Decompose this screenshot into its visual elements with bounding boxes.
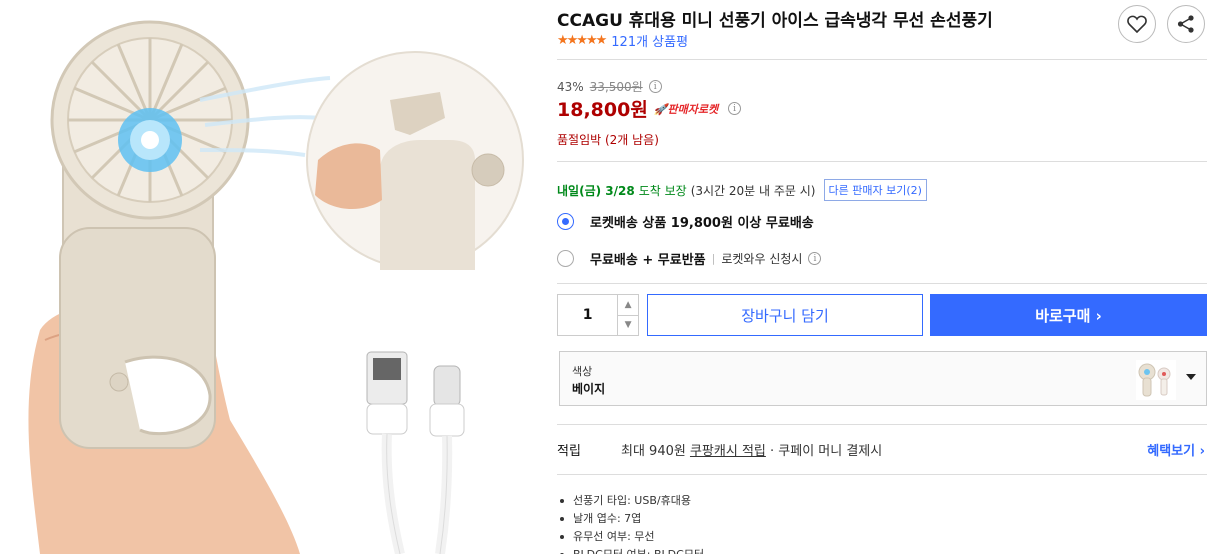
coupang-cash-link[interactable]: 쿠팡캐시 적립 <box>690 444 766 459</box>
discount-row: 43% 33,500원 i <box>557 78 662 95</box>
quantity-stepper[interactable]: 1 ▲ ▼ <box>557 294 639 336</box>
divider <box>557 474 1207 475</box>
divider <box>557 161 1207 162</box>
points-amount: 최대 940원 <box>621 444 690 459</box>
spec-list: 선풍기 타입: USB/휴대용 날개 엽수: 7엽 유무선 여부: 무선 BLD… <box>557 492 704 554</box>
separator: | <box>711 252 716 265</box>
shipping-option-label: 무료배송 + 무료반품 <box>590 253 706 268</box>
points-row: 적립 최대 940원 쿠팡캐시 적립 · 쿠페이 머니 결제시 혜택보기 › <box>557 440 1207 459</box>
product-page: CCAGU 휴대용 미니 선풍기 아이스 급속냉각 무선 손선풍기 ★★★★★ … <box>0 0 1219 554</box>
points-label: 적립 <box>557 444 581 459</box>
radio-unselected[interactable] <box>557 250 574 267</box>
stock-notice: 품절임박 (2개 남음) <box>557 133 659 147</box>
list-item: 유무선 여부: 무선 <box>557 528 704 546</box>
price-row: 18,800원 🚀판매자로켓 i <box>557 95 742 122</box>
quantity-value[interactable]: 1 <box>558 295 617 335</box>
option-thumbnail <box>1136 360 1176 400</box>
seller-rocket-badge: 🚀판매자로켓 <box>653 102 719 116</box>
quantity-decrease-button[interactable]: ▼ <box>618 316 638 336</box>
info-icon[interactable]: i <box>808 252 822 265</box>
benefit-view-link[interactable]: 혜택보기 › <box>1147 440 1205 459</box>
delivery-row: 내일(금) 3/28 도착 보장 (3시간 20분 내 주문 시) 다른 판매자… <box>557 179 927 201</box>
delivery-guarantee: 도착 보장 <box>638 183 687 198</box>
info-icon[interactable]: i <box>648 80 662 93</box>
option-select[interactable]: 색상 베이지 <box>559 351 1207 406</box>
product-info-panel: CCAGU 휴대용 미니 선풍기 아이스 급속냉각 무선 손선풍기 ★★★★★ … <box>557 0 1207 554</box>
list-item: 날개 엽수: 7엽 <box>557 510 704 528</box>
add-to-cart-button[interactable]: 장바구니 담기 <box>647 294 923 336</box>
divider <box>557 59 1207 60</box>
shipping-option-sub: 로켓와우 신청시 <box>721 252 803 266</box>
rating-row: ★★★★★ 121개 상품평 <box>557 31 688 50</box>
quantity-increase-button[interactable]: ▲ <box>618 295 638 316</box>
shipping-option-rocket[interactable]: 로켓배송 상품 19,800원 이상 무료배송 <box>557 212 814 231</box>
rating-stars: ★★★★★ <box>557 33 607 48</box>
delivery-note: (3시간 20분 내 주문 시) <box>690 183 816 198</box>
divider <box>557 283 1207 284</box>
other-sellers-button[interactable]: 다른 판매자 보기(2) <box>823 179 927 201</box>
points-condition: · 쿠페이 머니 결제시 <box>765 444 883 459</box>
shipping-option-label: 로켓배송 상품 19,800원 이상 무료배송 <box>590 216 814 231</box>
product-title: CCAGU 휴대용 미니 선풍기 아이스 급속냉각 무선 손선풍기 <box>557 11 993 31</box>
handheld-fan-photo <box>28 20 524 554</box>
delivery-date: 내일(금) 3/28 <box>557 183 635 198</box>
option-value: 베이지 <box>572 382 606 396</box>
discount-rate: 43% <box>557 79 584 94</box>
list-item: 선풍기 타입: USB/휴대용 <box>557 492 704 510</box>
heart-icon <box>1127 15 1147 33</box>
info-icon[interactable]: i <box>728 102 742 115</box>
divider <box>557 424 1207 425</box>
points-text: 최대 940원 쿠팡캐시 적립 · 쿠페이 머니 결제시 <box>621 440 882 459</box>
share-button[interactable] <box>1167 5 1205 43</box>
shipping-option-free[interactable]: 무료배송 + 무료반품 | 로켓와우 신청시 i <box>557 249 822 268</box>
chevron-down-icon[interactable] <box>1186 374 1196 380</box>
buy-now-button[interactable]: 바로구매 › <box>930 294 1207 336</box>
sale-price: 18,800원 <box>557 99 648 121</box>
product-image[interactable] <box>0 0 545 554</box>
wishlist-button[interactable] <box>1118 5 1156 43</box>
share-icon <box>1177 15 1194 33</box>
radio-selected[interactable] <box>557 213 574 230</box>
list-item: BLDC모터 여부: BLDC모터 <box>557 546 704 554</box>
option-label: 색상 <box>572 365 593 378</box>
review-count-link[interactable]: 121개 상품평 <box>611 31 688 50</box>
original-price: 33,500원 <box>589 80 643 94</box>
